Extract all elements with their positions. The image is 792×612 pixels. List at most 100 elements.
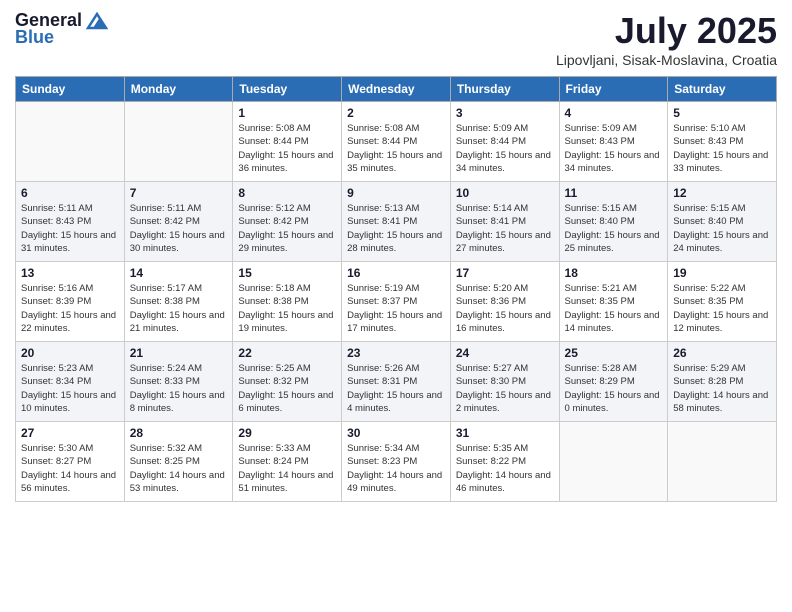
day-number: 27 <box>21 426 119 440</box>
table-row: 28 Sunrise: 5:32 AM Sunset: 8:25 PM Dayli… <box>124 422 233 502</box>
table-row: 20 Sunrise: 5:23 AM Sunset: 8:34 PM Dayli… <box>16 342 125 422</box>
day-info: Sunrise: 5:34 AM Sunset: 8:23 PM Dayligh… <box>347 442 445 495</box>
day-info: Sunrise: 5:17 AM Sunset: 8:38 PM Dayligh… <box>130 282 228 335</box>
day-number: 3 <box>456 106 554 120</box>
day-info: Sunrise: 5:16 AM Sunset: 8:39 PM Dayligh… <box>21 282 119 335</box>
day-number: 19 <box>673 266 771 280</box>
day-info: Sunrise: 5:14 AM Sunset: 8:41 PM Dayligh… <box>456 202 554 255</box>
calendar-week-row: 13Sunrise: 5:16 AM Sunset: 8:39 PM Dayli… <box>16 262 777 342</box>
table-row: 21 Sunrise: 5:24 AM Sunset: 8:33 PM Dayli… <box>124 342 233 422</box>
day-number: 16 <box>347 266 445 280</box>
day-number: 14 <box>130 266 228 280</box>
title-section: July 2025 Lipovljani, Sisak-Moslavina, C… <box>556 10 777 68</box>
day-info: Sunrise: 5:22 AM Sunset: 8:35 PM Dayligh… <box>673 282 771 335</box>
day-info: Sunrise: 5:11 AM Sunset: 8:42 PM Dayligh… <box>130 202 228 255</box>
col-monday: Monday <box>124 77 233 102</box>
month-year: July 2025 <box>556 10 777 52</box>
table-row <box>668 422 777 502</box>
table-row: 9 Sunrise: 5:13 AM Sunset: 8:41 PM Daylig… <box>342 182 451 262</box>
calendar-week-row: 20 Sunrise: 5:23 AM Sunset: 8:34 PM Dayli… <box>16 342 777 422</box>
day-number: 9 <box>347 186 445 200</box>
logo-icon <box>86 12 108 30</box>
page: General Blue July 2025 Lipovljani, Sisak… <box>0 0 792 612</box>
day-number: 2 <box>347 106 445 120</box>
day-info: Sunrise: 5:35 AM Sunset: 8:22 PM Dayligh… <box>456 442 554 495</box>
day-number: 30 <box>347 426 445 440</box>
day-info: Sunrise: 5:32 AM Sunset: 8:25 PM Dayligh… <box>130 442 228 495</box>
col-tuesday: Tuesday <box>233 77 342 102</box>
day-number: 10 <box>456 186 554 200</box>
day-number: 8 <box>238 186 336 200</box>
day-number: 7 <box>130 186 228 200</box>
day-info: Sunrise: 5:26 AM Sunset: 8:31 PM Dayligh… <box>347 362 445 415</box>
table-row: 2 Sunrise: 5:08 AM Sunset: 8:44 PM Daylig… <box>342 102 451 182</box>
day-number: 25 <box>565 346 663 360</box>
day-info: Sunrise: 5:09 AM Sunset: 8:43 PM Dayligh… <box>565 122 663 175</box>
col-wednesday: Wednesday <box>342 77 451 102</box>
day-number: 31 <box>456 426 554 440</box>
day-info: Sunrise: 5:24 AM Sunset: 8:33 PM Dayligh… <box>130 362 228 415</box>
table-row: 30 Sunrise: 5:34 AM Sunset: 8:23 PM Dayli… <box>342 422 451 502</box>
table-row: 31 Sunrise: 5:35 AM Sunset: 8:22 PM Dayli… <box>450 422 559 502</box>
day-number: 24 <box>456 346 554 360</box>
day-number: 15 <box>238 266 336 280</box>
day-info: Sunrise: 5:11 AM Sunset: 8:43 PM Dayligh… <box>21 202 119 255</box>
table-row: 24 Sunrise: 5:27 AM Sunset: 8:30 PM Dayli… <box>450 342 559 422</box>
day-info: Sunrise: 5:29 AM Sunset: 8:28 PM Dayligh… <box>673 362 771 415</box>
day-info: Sunrise: 5:08 AM Sunset: 8:44 PM Dayligh… <box>347 122 445 175</box>
day-number: 29 <box>238 426 336 440</box>
col-saturday: Saturday <box>668 77 777 102</box>
day-info: Sunrise: 5:30 AM Sunset: 8:27 PM Dayligh… <box>21 442 119 495</box>
col-sunday: Sunday <box>16 77 125 102</box>
table-row: 5 Sunrise: 5:10 AM Sunset: 8:43 PM Daylig… <box>668 102 777 182</box>
calendar-table: Sunday Monday Tuesday Wednesday Thursday… <box>15 76 777 502</box>
day-info: Sunrise: 5:23 AM Sunset: 8:34 PM Dayligh… <box>21 362 119 415</box>
day-number: 12 <box>673 186 771 200</box>
day-number: 21 <box>130 346 228 360</box>
table-row <box>16 102 125 182</box>
day-number: 20 <box>21 346 119 360</box>
day-info: Sunrise: 5:08 AM Sunset: 8:44 PM Dayligh… <box>238 122 336 175</box>
day-info: Sunrise: 5:13 AM Sunset: 8:41 PM Dayligh… <box>347 202 445 255</box>
day-info: Sunrise: 5:28 AM Sunset: 8:29 PM Dayligh… <box>565 362 663 415</box>
day-number: 18 <box>565 266 663 280</box>
table-row: 16 Sunrise: 5:19 AM Sunset: 8:37 PM Dayli… <box>342 262 451 342</box>
day-info: Sunrise: 5:18 AM Sunset: 8:38 PM Dayligh… <box>238 282 336 335</box>
day-number: 6 <box>21 186 119 200</box>
day-number: 23 <box>347 346 445 360</box>
day-info: Sunrise: 5:09 AM Sunset: 8:44 PM Dayligh… <box>456 122 554 175</box>
day-number: 4 <box>565 106 663 120</box>
table-row: 22 Sunrise: 5:25 AM Sunset: 8:32 PM Dayli… <box>233 342 342 422</box>
day-number: 22 <box>238 346 336 360</box>
table-row: 7 Sunrise: 5:11 AM Sunset: 8:42 PM Daylig… <box>124 182 233 262</box>
calendar-header-row: Sunday Monday Tuesday Wednesday Thursday… <box>16 77 777 102</box>
day-info: Sunrise: 5:27 AM Sunset: 8:30 PM Dayligh… <box>456 362 554 415</box>
day-info: Sunrise: 5:10 AM Sunset: 8:43 PM Dayligh… <box>673 122 771 175</box>
day-number: 26 <box>673 346 771 360</box>
col-friday: Friday <box>559 77 668 102</box>
day-info: Sunrise: 5:33 AM Sunset: 8:24 PM Dayligh… <box>238 442 336 495</box>
day-info: Sunrise: 5:20 AM Sunset: 8:36 PM Dayligh… <box>456 282 554 335</box>
table-row: 17 Sunrise: 5:20 AM Sunset: 8:36 PM Dayli… <box>450 262 559 342</box>
day-info: Sunrise: 5:15 AM Sunset: 8:40 PM Dayligh… <box>673 202 771 255</box>
table-row: 14 Sunrise: 5:17 AM Sunset: 8:38 PM Dayli… <box>124 262 233 342</box>
day-info: Sunrise: 5:19 AM Sunset: 8:37 PM Dayligh… <box>347 282 445 335</box>
table-row: 1Sunrise: 5:08 AM Sunset: 8:44 PM Daylig… <box>233 102 342 182</box>
table-row: 6 Sunrise: 5:11 AM Sunset: 8:43 PM Daylig… <box>16 182 125 262</box>
table-row: 10 Sunrise: 5:14 AM Sunset: 8:41 PM Dayli… <box>450 182 559 262</box>
calendar-week-row: 27 Sunrise: 5:30 AM Sunset: 8:27 PM Dayli… <box>16 422 777 502</box>
day-info: Sunrise: 5:25 AM Sunset: 8:32 PM Dayligh… <box>238 362 336 415</box>
logo: General Blue <box>15 10 108 48</box>
day-number: 17 <box>456 266 554 280</box>
table-row: 4 Sunrise: 5:09 AM Sunset: 8:43 PM Daylig… <box>559 102 668 182</box>
table-row: 19 Sunrise: 5:22 AM Sunset: 8:35 PM Dayli… <box>668 262 777 342</box>
table-row: 8Sunrise: 5:12 AM Sunset: 8:42 PM Daylig… <box>233 182 342 262</box>
table-row: 25 Sunrise: 5:28 AM Sunset: 8:29 PM Dayli… <box>559 342 668 422</box>
table-row: 18Sunrise: 5:21 AM Sunset: 8:35 PM Dayli… <box>559 262 668 342</box>
day-number: 5 <box>673 106 771 120</box>
header: General Blue July 2025 Lipovljani, Sisak… <box>15 10 777 68</box>
table-row: 23 Sunrise: 5:26 AM Sunset: 8:31 PM Dayli… <box>342 342 451 422</box>
table-row <box>124 102 233 182</box>
day-number: 28 <box>130 426 228 440</box>
location: Lipovljani, Sisak-Moslavina, Croatia <box>556 52 777 68</box>
